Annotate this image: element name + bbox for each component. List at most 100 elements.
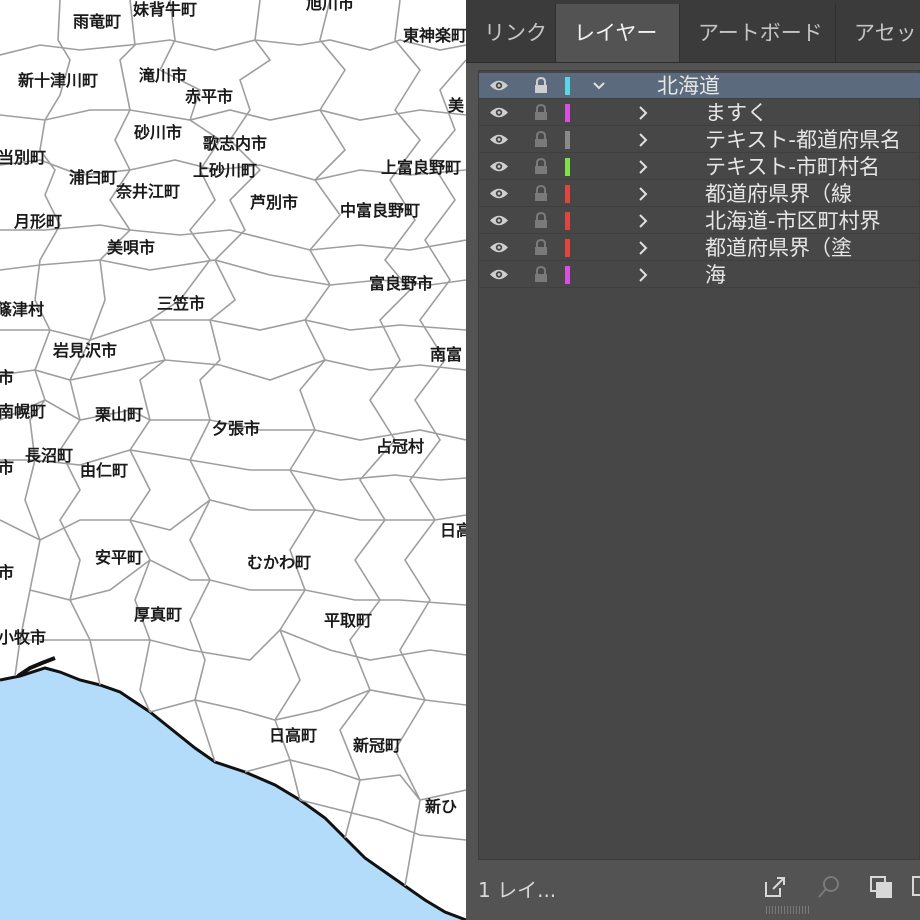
label-tomakomai: 小牧市 <box>0 628 47 647</box>
new-layer-icon[interactable] <box>910 874 920 900</box>
label-higashikagura: 東神楽町 <box>403 26 466 45</box>
layer-name[interactable]: ますく <box>705 100 768 126</box>
lock-icon[interactable] <box>534 104 548 121</box>
label-shintotsukawa: 新十津川町 <box>18 71 99 90</box>
label-furano: 富良野市 <box>369 274 434 293</box>
label-tobetsu: 当別町 <box>0 148 47 167</box>
layer-name[interactable]: テキスト-市町村名 <box>705 154 880 180</box>
layer-name[interactable]: 海 <box>705 262 726 288</box>
label-bibai: 美唄市 <box>107 238 156 257</box>
clipping-mask-icon[interactable] <box>868 874 894 900</box>
label-shinhidaka: 新ひ <box>425 797 458 816</box>
label-city-c: 市 <box>0 563 15 582</box>
visibility-eye-icon[interactable] <box>489 214 509 227</box>
label-mukawa: むかわ町 <box>247 553 312 572</box>
label-kamifurano: 上富良野町 <box>381 158 462 177</box>
layer-color-swatch <box>565 266 570 284</box>
layer-color-swatch <box>565 131 570 149</box>
layers-panel: リンク レイヤー アートボード アセット 北海道ますくテキスト-都道府県名テキス… <box>466 0 920 920</box>
chevron-right-icon[interactable] <box>636 131 650 149</box>
label-mikasa: 三笠市 <box>157 294 206 313</box>
visibility-eye-icon[interactable] <box>489 79 509 92</box>
visibility-eye-icon[interactable] <box>489 241 509 254</box>
label-iwamizawa: 岩見沢市 <box>53 341 118 360</box>
label-uryu: 雨竜町 <box>73 12 122 31</box>
layer-name[interactable]: 都道府県界（線 <box>705 181 852 207</box>
label-tsukigata: 月形町 <box>14 212 63 231</box>
layer-list[interactable]: 北海道 ますく テキスト-都道府県名 テキスト-市町村名 都道府県界（線 北海道-市区町村… <box>478 70 920 860</box>
label-abira: 安平町 <box>95 548 144 567</box>
layer-name[interactable]: テキスト-都道府県名 <box>705 127 901 153</box>
layer-name[interactable]: 都道府県界（塗 <box>705 235 852 261</box>
label-kuriyama: 栗山町 <box>95 405 144 424</box>
layer-color-swatch <box>565 185 570 203</box>
visibility-eye-icon[interactable] <box>489 187 509 200</box>
label-shimukappu: 占冠村 <box>376 437 425 456</box>
label-naganuma: 長沼町 <box>25 446 74 465</box>
chevron-right-icon[interactable] <box>636 104 650 122</box>
resize-grip[interactable] <box>766 906 810 914</box>
layer-color-swatch <box>565 104 570 122</box>
panel-footer: 1 レイ... <box>466 862 920 920</box>
layer-row[interactable]: テキスト-都道府県名 <box>479 127 920 153</box>
search-icon[interactable] <box>816 874 842 900</box>
label-atsuma: 厚真町 <box>134 605 183 624</box>
label-biratori: 平取町 <box>324 611 373 630</box>
visibility-eye-icon[interactable] <box>489 268 509 281</box>
label-city-a: 市 <box>0 368 15 387</box>
map-canvas[interactable]: 雨竜町 妹背牛町 旭川市 東神楽町 新十津川町 滝川市 赤平市 美 砂川市 歌志… <box>0 0 466 920</box>
lock-icon[interactable] <box>534 239 548 256</box>
chevron-right-icon[interactable] <box>636 212 650 230</box>
layer-row[interactable]: 都道府県界（線 <box>479 181 920 207</box>
label-takikawa: 滝川市 <box>139 66 188 85</box>
layer-row[interactable]: 海 <box>479 262 920 288</box>
tab-artboards[interactable]: アートボード <box>680 4 836 62</box>
lock-icon[interactable] <box>534 212 548 229</box>
layer-row[interactable]: 北海道-市区町村界 <box>479 208 920 234</box>
visibility-eye-icon[interactable] <box>489 160 509 173</box>
chevron-down-icon[interactable] <box>592 77 606 95</box>
tab-links[interactable]: リンク <box>466 4 556 62</box>
layer-color-swatch <box>565 77 570 95</box>
label-akabira: 赤平市 <box>185 87 234 106</box>
lock-icon[interactable] <box>534 131 548 148</box>
layer-name[interactable]: 北海道-市区町村界 <box>705 208 881 234</box>
layer-color-swatch <box>565 239 570 257</box>
chevron-right-icon[interactable] <box>636 158 650 176</box>
tab-assets[interactable]: アセット <box>836 4 920 62</box>
layer-row[interactable]: 都道府県界（塗 <box>479 235 920 261</box>
label-sunagawa: 砂川市 <box>134 123 183 142</box>
chevron-right-icon[interactable] <box>636 185 650 203</box>
chevron-right-icon[interactable] <box>636 266 650 284</box>
label-niikappu: 新冠町 <box>353 736 402 755</box>
layer-color-swatch <box>565 212 570 230</box>
layer-row[interactable]: テキスト-市町村名 <box>479 154 920 180</box>
label-ashibetsu: 芦別市 <box>250 193 299 212</box>
tab-layers[interactable]: レイヤー <box>556 4 680 62</box>
lock-icon[interactable] <box>534 185 548 202</box>
layer-row[interactable]: ますく <box>479 100 920 126</box>
export-icon[interactable] <box>762 874 788 900</box>
label-city-b: 市 <box>0 458 15 477</box>
label-minamifurano: 南富 <box>430 345 463 364</box>
visibility-eye-icon[interactable] <box>489 133 509 146</box>
label-hidaka: 日高町 <box>269 726 318 745</box>
lock-icon[interactable] <box>534 77 548 94</box>
label-shinotsu: 篠津村 <box>0 300 45 319</box>
label-naie: 奈井江町 <box>116 182 181 201</box>
label-hidaka-b: 日高 <box>440 521 466 540</box>
label-asahikawa: 旭川市 <box>306 0 355 13</box>
visibility-eye-icon[interactable] <box>489 106 509 119</box>
lock-icon[interactable] <box>534 158 548 175</box>
layer-name[interactable]: 北海道 <box>657 73 720 99</box>
layer-row[interactable]: 北海道 <box>479 73 920 99</box>
chevron-right-icon[interactable] <box>636 239 650 257</box>
lock-icon[interactable] <box>534 266 548 283</box>
layer-color-swatch <box>565 158 570 176</box>
label-nanporo: 南幌町 <box>0 402 47 421</box>
layer-count: 1 レイ... <box>478 878 557 902</box>
label-bi: 美 <box>448 96 465 115</box>
label-yuni: 由仁町 <box>80 461 129 480</box>
panel-tabbar: リンク レイヤー アートボード アセット <box>466 0 920 63</box>
label-yubari: 夕張市 <box>212 419 261 438</box>
